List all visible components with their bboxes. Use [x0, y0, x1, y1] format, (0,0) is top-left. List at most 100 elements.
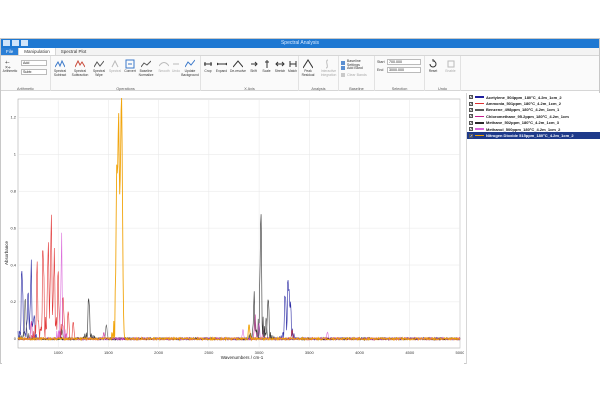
- add-icon: [341, 66, 345, 70]
- x-tick-label: 1500: [104, 350, 114, 355]
- x-tick-label: 2500: [204, 350, 214, 355]
- legend-panel: ✓ Acetylene_504ppm_180°C_4.2m_1cm_2 ✓ Ammon…: [466, 93, 600, 364]
- spectral-wipe-icon: [94, 60, 104, 68]
- legend-label: Ammonia_501ppm_180°C_4.2m_1cm_2: [486, 101, 561, 107]
- y-tick-label: 0.2: [10, 299, 16, 304]
- x-tick-label: 2000: [154, 350, 164, 355]
- shift-icon: [250, 61, 258, 67]
- convert-icon: [125, 59, 135, 69]
- plot-frame: [17, 98, 461, 349]
- scale-icon: [264, 60, 269, 68]
- spectral-subtract-button[interactable]: Spectral Subtract: [51, 59, 69, 81]
- legend-checkbox[interactable]: ✓: [469, 114, 473, 119]
- legend-swatch: [475, 134, 484, 137]
- add-band-button[interactable]: Add Band: [341, 66, 363, 70]
- match-button[interactable]: Match: [286, 59, 299, 81]
- legend-label: Methane_502ppm_180°C_4.2m_1cm_3: [486, 120, 559, 126]
- legend-checkbox[interactable]: ✓: [469, 133, 473, 138]
- legend-swatch: [475, 102, 484, 105]
- window-title: Spectral Analysis: [280, 40, 320, 46]
- app-window: Spectral Analysis File Manipulation Spec…: [0, 38, 600, 364]
- normalize-icon: [141, 60, 151, 68]
- reset-button[interactable]: Reset: [425, 59, 441, 81]
- expand-icon: [216, 62, 227, 66]
- legend-swatch: [475, 96, 484, 98]
- legend-checkbox[interactable]: ✓: [469, 101, 473, 106]
- ribbon-tabs: File Manipulation Spectral Plot: [1, 47, 599, 56]
- spectral-subtract-icon: [55, 59, 65, 68]
- clear-bands-button[interactable]: Clear Bands: [341, 73, 367, 77]
- spectral-subtraction-button[interactable]: Spectral Subtraction: [71, 59, 89, 81]
- legend-checkbox[interactable]: ✓: [469, 120, 473, 125]
- y-tick-label: 0.8: [10, 189, 16, 194]
- start-field[interactable]: 700.000: [387, 59, 421, 65]
- stretch-icon: [275, 61, 285, 67]
- stretch-button[interactable]: Stretch: [273, 59, 287, 81]
- spectrum-plot[interactable]: 1000 1500 2000 2500 3000 3500 4000 4500 5000 0 0.2…: [2, 93, 465, 364]
- legend-swatch: [475, 121, 484, 124]
- legend-swatch: [475, 128, 484, 130]
- y-tick-label: 0.6: [10, 225, 16, 230]
- title-bar: Spectral Analysis: [1, 39, 599, 48]
- arithmetic-field-b[interactable]: Subtr.: [21, 69, 47, 75]
- x-tick-label: 4500: [405, 350, 415, 355]
- tab-manipulation[interactable]: Manipulation: [18, 47, 56, 55]
- group-analysis: Peak Residual Interactive Integration An…: [299, 56, 339, 91]
- x-tick-label: 4000: [355, 350, 365, 355]
- peak-icon: [303, 59, 313, 69]
- expand-button[interactable]: Expand: [214, 59, 229, 81]
- legend-checkbox[interactable]: ✓: [469, 95, 473, 100]
- baseline-normalize-button[interactable]: Baseline Normalize: [137, 59, 155, 81]
- x-tick-label: 1000: [54, 350, 64, 355]
- clear-icon: [341, 73, 345, 77]
- x-tick-label: 3500: [305, 350, 315, 355]
- y-tick-label: 0.4: [10, 262, 16, 267]
- end-field[interactable]: 3000.000: [387, 67, 421, 73]
- legend-label: Acetylene_504ppm_180°C_4.2m_1cm_2: [486, 94, 562, 100]
- crop-icon: [204, 62, 212, 66]
- spectrum-chart[interactable]: 1000 1500 2000 2500 3000 3500 4000 4500 500000.2…: [2, 93, 465, 364]
- de-resolve-button[interactable]: De-resolve: [229, 59, 247, 81]
- legend-swatch: [475, 109, 484, 111]
- de-resolve-icon: [233, 60, 243, 68]
- x-axis-label: Wavenumbers / cm-1: [221, 355, 264, 360]
- enable-button[interactable]: Enable: [442, 59, 459, 81]
- legend-item[interactable]: ✓ Nitrogen Dioxide 515ppm_180°C_4.2m_1cm_…: [467, 132, 600, 139]
- x-tick-label: 5000: [456, 350, 464, 355]
- spectral-icon: [111, 59, 119, 68]
- settings-icon: [341, 61, 345, 65]
- enable-icon: [447, 60, 454, 68]
- legend-label: Nitrogen Dioxide 515ppm_180°C_4.2m_1cm_2: [486, 133, 574, 139]
- tab-file[interactable]: File: [1, 48, 19, 55]
- spectral-subtraction-icon: [75, 59, 85, 68]
- legend-checkbox[interactable]: ✓: [469, 107, 473, 112]
- legend-label: Benzene_498ppm_180°C_4.2m_1cm_1: [486, 107, 560, 113]
- update-background-button[interactable]: Update Background: [179, 59, 201, 81]
- group-selection: Start 700.000 End 3000.000 Selection: [375, 56, 425, 91]
- crop-button[interactable]: Crop: [201, 59, 215, 81]
- tab-spectral-plot[interactable]: Spectral Plot: [56, 48, 92, 55]
- y-tick-label: 0: [14, 336, 17, 341]
- shift-button[interactable]: Shift: [247, 59, 260, 81]
- legend-label: Methanol_500ppm_180°C_4.2m_1cm_2: [486, 126, 561, 132]
- legend-swatch: [475, 115, 484, 118]
- group-arithmetic: +- ×÷ Arithmetic Add Subtr. Arithmetic: [1, 56, 51, 91]
- arithmetic-button[interactable]: +- ×÷ Arithmetic: [2, 59, 18, 81]
- y-axis-label: Absorbance: [4, 241, 9, 266]
- y-tick-label: 1.2: [10, 115, 16, 120]
- group-undo: Reset Enable Undo: [425, 56, 461, 91]
- peak-residual-button[interactable]: Peak Residual: [299, 59, 317, 81]
- interactive-integration-button[interactable]: Interactive Integration: [318, 59, 339, 81]
- ribbon: +- ×÷ Arithmetic Add Subtr. Arithmetic Sp…: [1, 56, 599, 91]
- integration-icon: [325, 59, 328, 69]
- plot-grid: [17, 98, 461, 349]
- reset-icon: [429, 59, 437, 68]
- arithmetic-icon: +-×÷: [5, 60, 11, 69]
- scale-button[interactable]: Scale: [260, 59, 273, 81]
- legend-list: ✓ Acetylene_504ppm_180°C_4.2m_1cm_2 ✓ Ammon…: [467, 94, 600, 139]
- legend-checkbox[interactable]: ✓: [469, 127, 473, 132]
- group-baseline: Baseline Settings Add Band Clear Bands B…: [339, 56, 375, 91]
- arithmetic-field-a[interactable]: Add: [21, 60, 47, 66]
- match-icon: [289, 61, 296, 67]
- y-tick-label: 1: [14, 152, 17, 157]
